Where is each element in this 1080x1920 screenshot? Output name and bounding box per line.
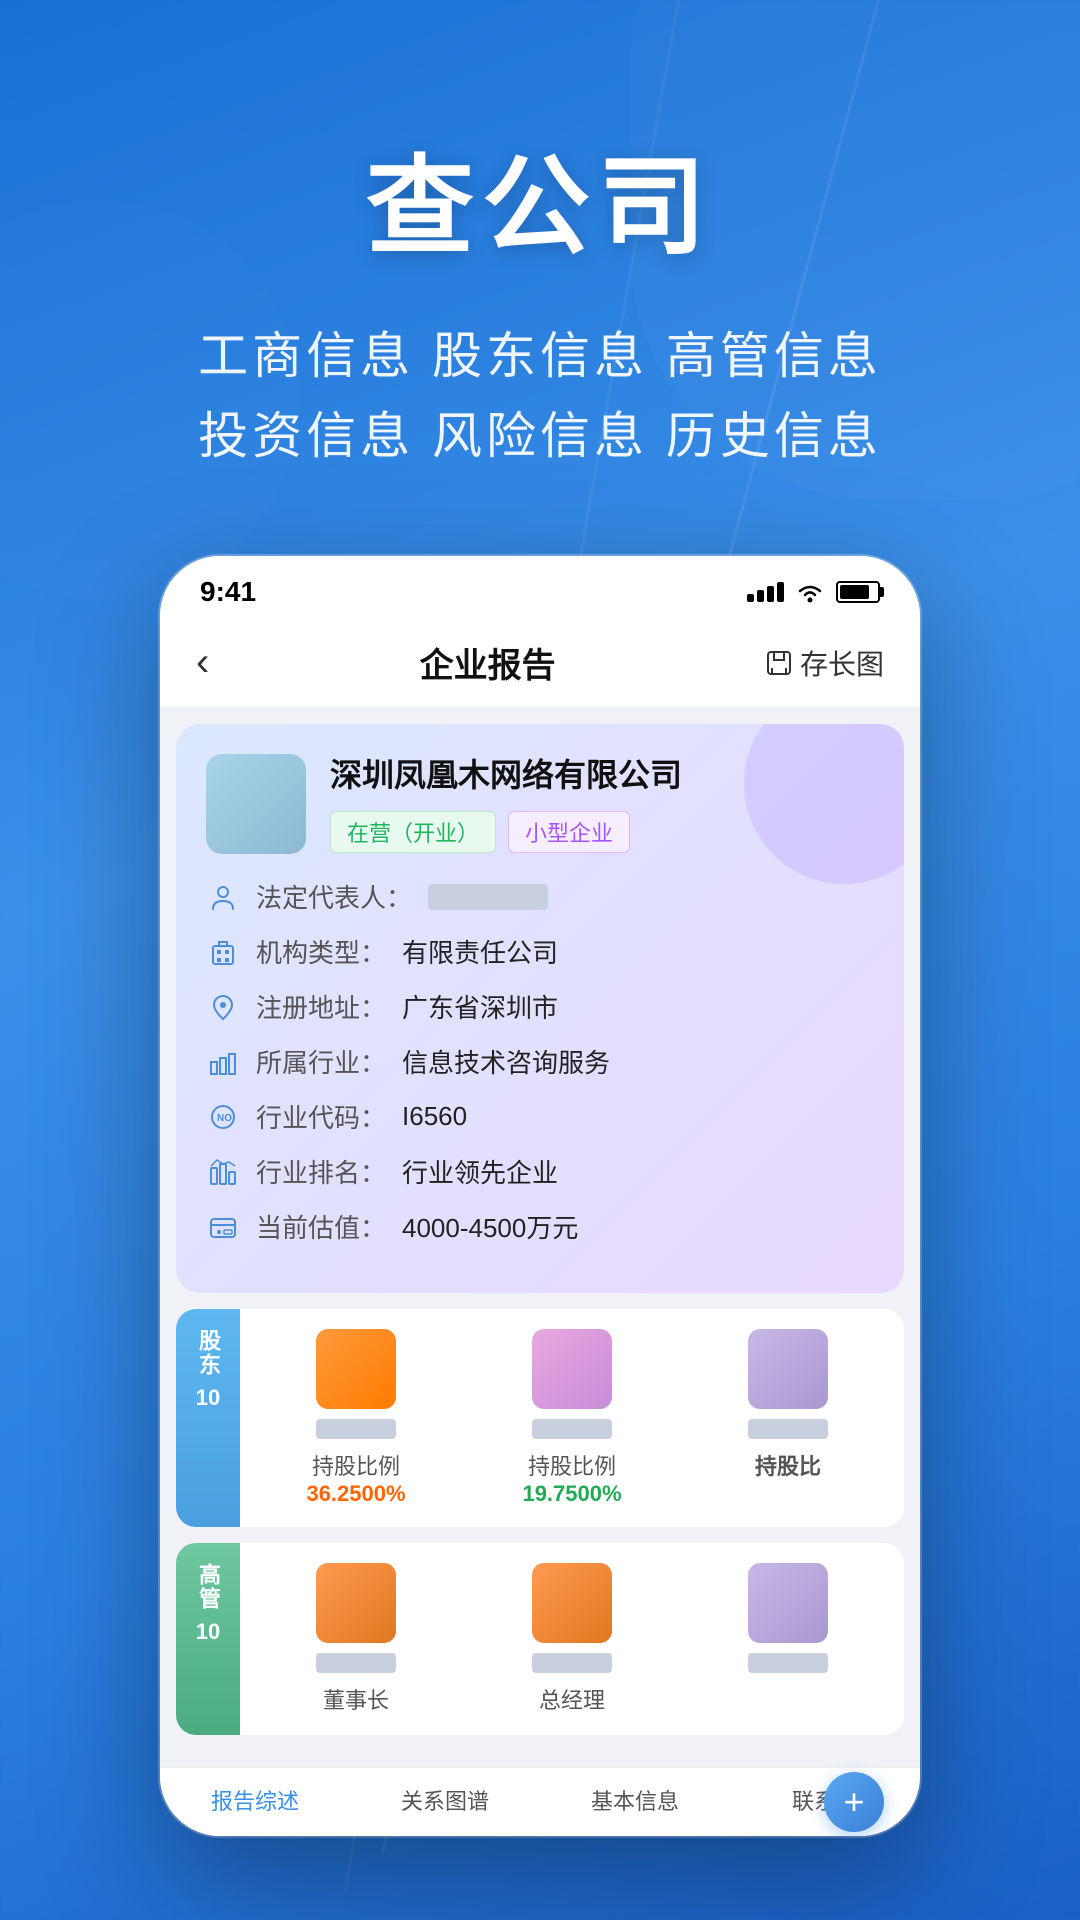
shareholder-avatar [316,1329,396,1409]
detail-address: 注册地址： 广东省深圳市 [206,988,874,1025]
svg-text:NO: NO [217,1113,232,1124]
tab-basic-info[interactable]: 基本信息 [540,1784,730,1816]
exec-name-blurred [316,1653,396,1673]
company-header-info: 深圳凤凰木网络有限公司 在营（开业） 小型企业 [330,755,874,853]
exec-item: 总经理 [472,1563,672,1715]
shareholder-percent: 持股比例36.2500% [306,1449,405,1507]
status-bar: 9:41 [160,556,920,618]
back-button[interactable]: ‹ [196,640,209,685]
shareholder-avatar [748,1329,828,1409]
tab-report-summary[interactable]: 报告综述 [160,1784,350,1816]
exec-title: 总经理 [539,1683,605,1715]
executives-list: 董事长 总经理 [240,1543,904,1735]
exec-name-blurred [748,1653,828,1673]
shareholder-item: 持股比例36.2500% [256,1329,456,1507]
company-card: 深圳凤凰木网络有限公司 在营（开业） 小型企业 [176,724,904,1293]
signal-icon [747,582,784,602]
badge-status: 在营（开业） [330,811,496,853]
legal-rep-value-blurred [428,884,548,910]
status-icons [747,581,880,603]
executives-side-label: 高管 10 [176,1543,240,1735]
company-name: 深圳凤凰木网络有限公司 [330,755,874,797]
exec-item: 董事长 [256,1563,456,1715]
nav-bar: ‹ 企业报告 存长图 [160,618,920,708]
exec-name-blurred [532,1653,612,1673]
save-button[interactable]: 存长图 [766,643,884,683]
hero-section: 查公司 工商信息 股东信息 高管信息 投资信息 风险信息 历史信息 [0,0,1080,556]
hero-title: 查公司 [60,120,1020,276]
shareholder-item: 持股比例19.7500% [472,1329,672,1507]
wifi-icon [796,581,824,603]
fab-button[interactable]: + [824,1772,884,1832]
shareholder-item: 持股比 [688,1329,888,1507]
detail-industry: 所属行业： 信息技术咨询服务 [206,1043,874,1080]
detail-org-type: 机构类型： 有限责任公司 [206,933,874,970]
shareholders-section: 股东 10 持股比例36.2500% [176,1309,904,1527]
exec-avatar [748,1563,828,1643]
exec-item [688,1563,888,1715]
valuation-icon [206,1210,240,1244]
save-icon [766,650,792,676]
phone-mockup-container: 9:41 [0,556,1080,1916]
tab-relation-graph[interactable]: 关系图谱 [350,1784,540,1816]
industry-icon [206,1045,240,1079]
exec-title: 董事长 [323,1683,389,1715]
shareholders-side-label: 股东 10 [176,1309,240,1527]
badge-type: 小型企业 [508,811,630,853]
building-icon [206,935,240,969]
hero-subtitle: 工商信息 股东信息 高管信息 投资信息 风险信息 历史信息 [60,316,1020,476]
status-time: 9:41 [200,576,256,608]
person-icon [206,880,240,914]
shareholders-list: 持股比例36.2500% 持股比例19.7500% [240,1309,904,1527]
shareholder-name-blurred [316,1419,396,1439]
save-label: 存长图 [800,643,884,683]
executives-section: 高管 10 董事长 总 [176,1543,904,1735]
tab-bar: 报告综述 关系图谱 基本信息 联系信 + [160,1767,920,1836]
battery-icon [836,581,880,603]
exec-avatar [532,1563,612,1643]
shareholder-percent: 持股比例19.7500% [522,1449,621,1507]
detail-valuation: 当前估值： 4000-4500万元 [206,1208,874,1245]
rank-icon [206,1155,240,1189]
content-area: 深圳凤凰木网络有限公司 在营（开业） 小型企业 [160,708,920,1767]
shareholder-name-blurred [532,1419,612,1439]
company-badges: 在营（开业） 小型企业 [330,811,874,853]
detail-industry-rank: 行业排名： 行业领先企业 [206,1153,874,1190]
detail-industry-code: NO 行业代码： I6560 [206,1098,874,1135]
location-icon [206,990,240,1024]
shareholder-avatar [532,1329,612,1409]
shareholder-name-blurred [748,1419,828,1439]
company-logo [206,754,306,854]
detail-legal-rep: 法定代表人： [206,878,874,915]
phone-frame: 9:41 [160,556,920,1836]
nav-title: 企业报告 [420,638,556,687]
shareholder-percent: 持股比 [755,1449,821,1481]
company-header: 深圳凤凰木网络有限公司 在营（开业） 小型企业 [206,754,874,854]
exec-avatar [316,1563,396,1643]
code-icon: NO [206,1100,240,1134]
